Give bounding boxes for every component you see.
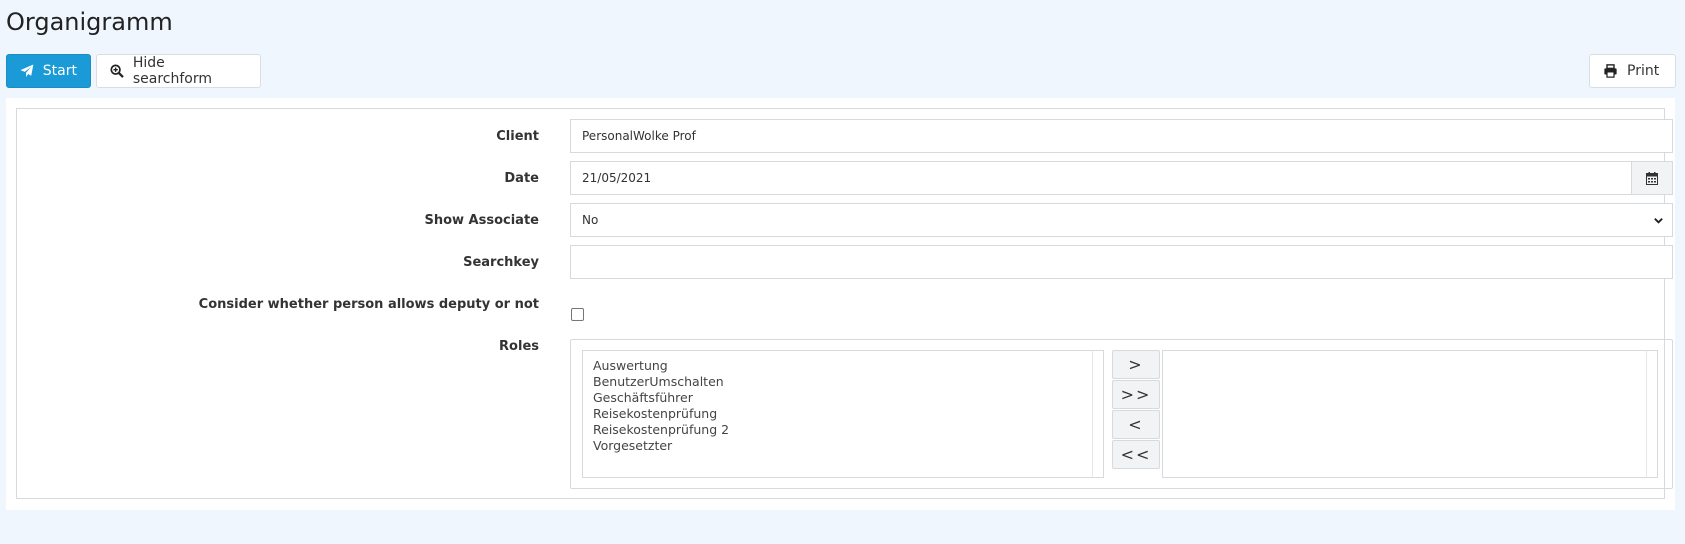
start-button-label: Start: [42, 63, 77, 79]
list-item[interactable]: Reisekostenprüfung: [593, 406, 1093, 422]
show-associate-label: Show Associate: [424, 213, 539, 228]
zoom-in-icon: [110, 64, 124, 78]
list-item[interactable]: Auswertung: [593, 358, 1093, 374]
calendar-icon: [1646, 171, 1658, 185]
list-item[interactable]: Vorgesetzter: [593, 438, 1093, 454]
hide-searchform-button-label: Hide searchform: [132, 55, 212, 87]
page-title: Organigramm: [6, 8, 173, 36]
client-field[interactable]: PersonalWolke Prof: [570, 119, 1673, 153]
available-roles-list[interactable]: Auswertung BenutzerUmschalten Geschäftsf…: [582, 350, 1104, 478]
paper-plane-icon: [20, 64, 34, 78]
date-label: Date: [504, 171, 539, 186]
scrollbar[interactable]: [1092, 351, 1103, 477]
roles-label: Roles: [499, 339, 539, 354]
search-panel: Client PersonalWolke Prof Date 21/05/202…: [6, 98, 1675, 510]
print-button[interactable]: Print: [1589, 54, 1676, 88]
roles-picker: Auswertung BenutzerUmschalten Geschäftsf…: [570, 339, 1673, 489]
scrollbar[interactable]: [1646, 351, 1657, 477]
start-button[interactable]: Start: [6, 54, 91, 88]
add-role-button[interactable]: >: [1112, 350, 1160, 379]
selected-roles-list[interactable]: [1162, 350, 1658, 478]
date-value: 21/05/2021: [582, 171, 652, 185]
chevron-down-icon: [1654, 218, 1663, 224]
list-item[interactable]: Geschäftsführer: [593, 390, 1093, 406]
search-form: Client PersonalWolke Prof Date 21/05/202…: [16, 108, 1673, 499]
remove-all-roles-button[interactable]: <<: [1112, 440, 1160, 469]
hide-searchform-button[interactable]: Hide searchform: [96, 54, 261, 88]
deputy-checkbox[interactable]: [571, 308, 584, 321]
show-associate-select[interactable]: No: [570, 203, 1673, 237]
date-field[interactable]: 21/05/2021: [570, 161, 1673, 195]
remove-role-button[interactable]: <: [1112, 410, 1160, 439]
print-button-label: Print: [1627, 63, 1660, 79]
list-item[interactable]: BenutzerUmschalten: [593, 374, 1093, 390]
searchkey-input[interactable]: [570, 245, 1673, 279]
client-value: PersonalWolke Prof: [582, 129, 696, 143]
calendar-button[interactable]: [1631, 162, 1672, 194]
deputy-label: Consider whether person allows deputy or…: [198, 297, 539, 312]
add-all-roles-button[interactable]: >>: [1112, 380, 1160, 409]
searchkey-label: Searchkey: [463, 255, 539, 270]
client-label: Client: [496, 129, 539, 144]
show-associate-value: No: [582, 213, 599, 227]
printer-icon: [1604, 64, 1617, 78]
list-item[interactable]: Reisekostenprüfung 2: [593, 422, 1093, 438]
